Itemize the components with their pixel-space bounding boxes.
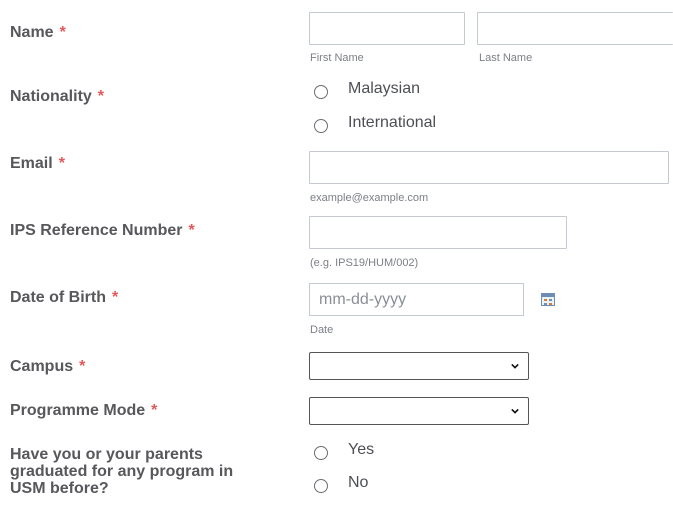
dob-label: Date of Birth * bbox=[10, 289, 119, 306]
alumni-question-line: Have you or your parents bbox=[10, 446, 203, 463]
last-name-input[interactable] bbox=[477, 12, 673, 45]
email-sublabel: example@example.com bbox=[310, 192, 429, 204]
dob-sublabel: Date bbox=[310, 324, 334, 336]
radio-label-no: No bbox=[348, 474, 369, 491]
radio-malaysian[interactable] bbox=[314, 85, 328, 99]
email-input[interactable] bbox=[309, 151, 669, 184]
campus-label: Campus * bbox=[10, 358, 86, 375]
name-label: Name * bbox=[10, 24, 66, 41]
last-name-sublabel: Last Name bbox=[479, 52, 533, 64]
nationality-label: Nationality * bbox=[10, 88, 105, 105]
required-marker: * bbox=[59, 24, 66, 41]
radio-yes[interactable] bbox=[314, 446, 328, 460]
programme-mode-label: Programme Mode * bbox=[10, 402, 158, 419]
ips-sublabel: (e.g. IPS19/HUM/002) bbox=[310, 257, 419, 269]
required-marker: * bbox=[151, 402, 158, 419]
chevron-down-icon bbox=[511, 363, 519, 369]
calendar-icon[interactable] bbox=[541, 293, 555, 306]
dob-placeholder: mm-dd-yyyy bbox=[319, 291, 407, 308]
alumni-question-line: graduated for any program in bbox=[10, 463, 234, 480]
programme-mode-select[interactable] bbox=[309, 397, 529, 425]
radio-label-malaysian: Malaysian bbox=[348, 80, 421, 97]
alumni-question-label: Have you or your parents graduated for a… bbox=[10, 446, 233, 497]
first-name-input[interactable] bbox=[309, 12, 465, 45]
radio-international[interactable] bbox=[314, 119, 328, 133]
alumni-question-line: USM before? bbox=[10, 480, 109, 497]
ips-label: IPS Reference Number * bbox=[10, 222, 195, 239]
radio-no[interactable] bbox=[314, 479, 328, 493]
required-marker: * bbox=[58, 155, 65, 172]
campus-select[interactable] bbox=[309, 352, 529, 380]
first-name-sublabel: First Name bbox=[310, 52, 364, 64]
radio-label-yes: Yes bbox=[348, 441, 375, 458]
required-marker: * bbox=[188, 222, 195, 239]
required-marker: * bbox=[112, 289, 119, 306]
chevron-down-icon bbox=[511, 408, 519, 414]
required-marker: * bbox=[79, 358, 86, 375]
ips-reference-input[interactable] bbox=[309, 216, 567, 249]
required-marker: * bbox=[97, 88, 105, 105]
radio-label-international: International bbox=[348, 114, 437, 131]
dob-input[interactable]: mm-dd-yyyy bbox=[309, 283, 524, 316]
email-label: Email * bbox=[10, 155, 65, 172]
